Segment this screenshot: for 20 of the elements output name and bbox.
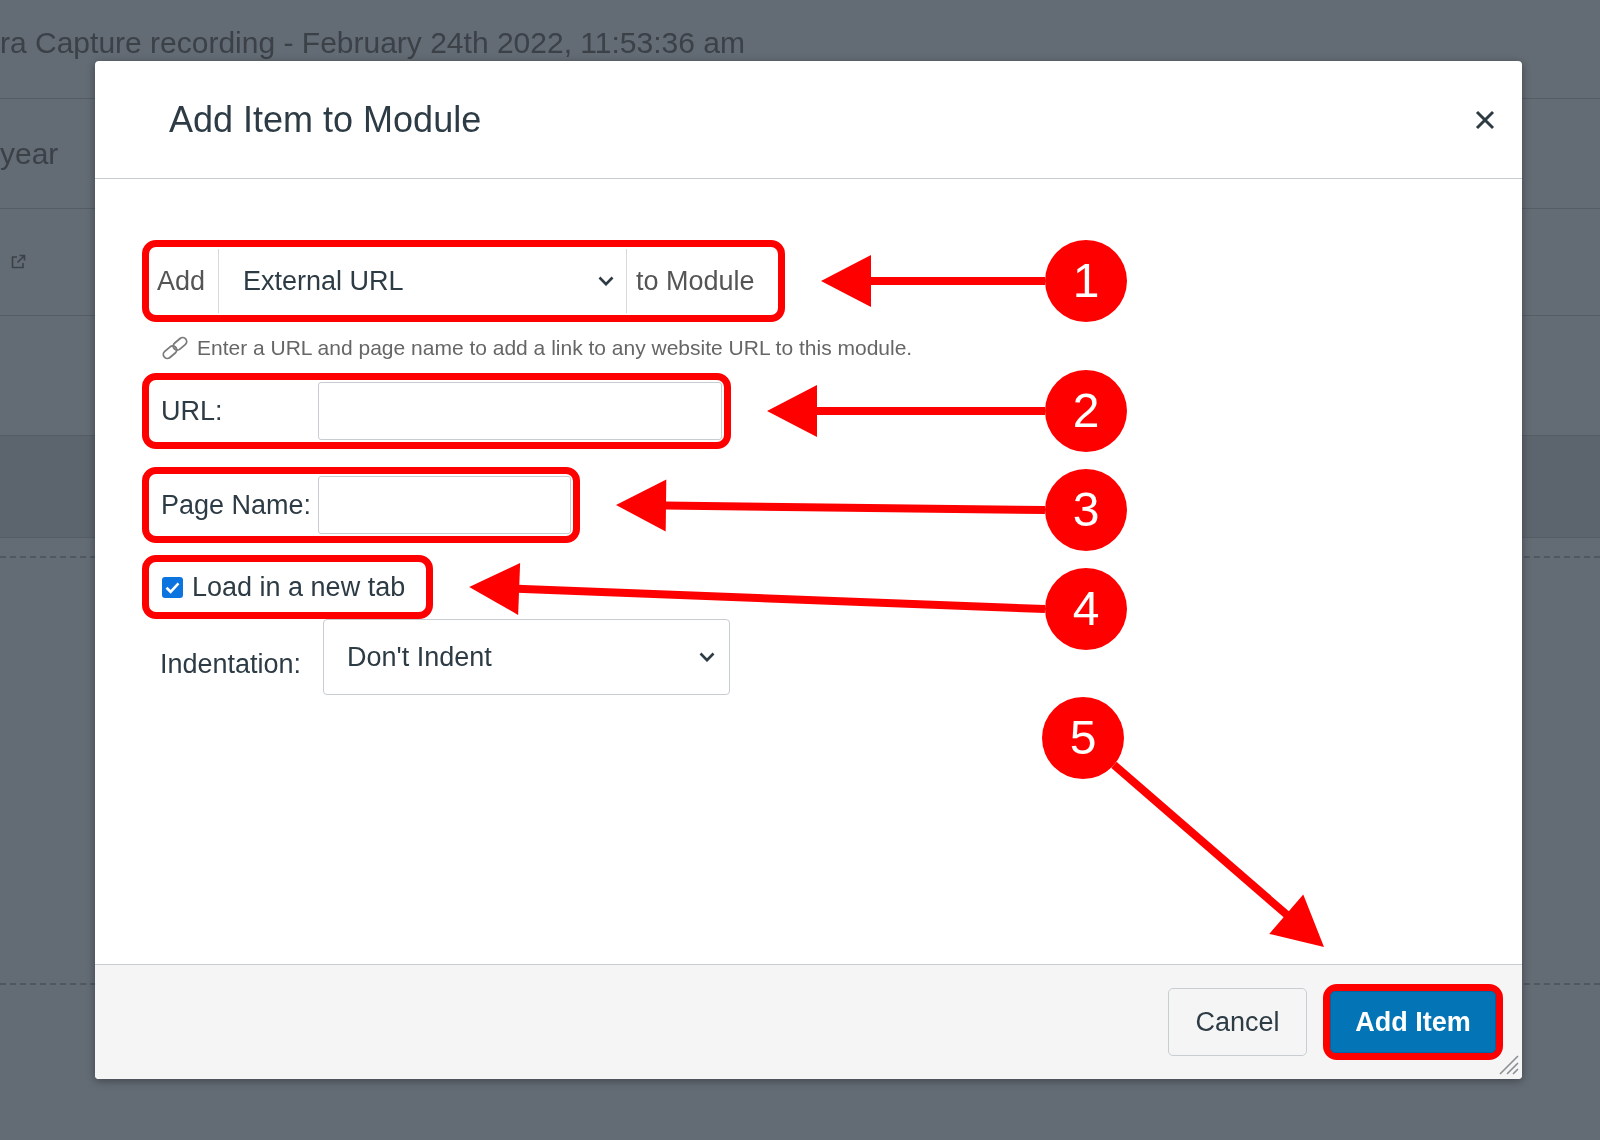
text-field[interactable] bbox=[318, 476, 571, 534]
indent-dropdown[interactable]: Don't Indent bbox=[323, 619, 730, 695]
cancel-button[interactable]: Cancel bbox=[1168, 988, 1307, 1056]
type-dropdown[interactable]: External URL bbox=[219, 249, 627, 313]
text-field[interactable] bbox=[318, 382, 722, 440]
field-label: Page Name: bbox=[160, 488, 313, 522]
field-label: URL: bbox=[160, 394, 224, 428]
chevron-down-icon bbox=[699, 652, 715, 662]
chevron-down-icon bbox=[598, 276, 614, 286]
field-label: Indentation: bbox=[159, 647, 303, 680]
resize-grip-icon[interactable] bbox=[1497, 1053, 1519, 1075]
external-link-icon[interactable] bbox=[10, 254, 26, 270]
input-prefix: Add bbox=[151, 249, 219, 313]
close-icon[interactable] bbox=[1475, 109, 1495, 130]
help-text: Enter a URL and page name to add a link to any website URL to this module. bbox=[197, 335, 913, 360]
checkbox-label[interactable]: Load in a new tab bbox=[192, 571, 406, 603]
submit-button[interactable]: Add Item bbox=[1330, 991, 1496, 1053]
dialog-title: Add Item to Module bbox=[169, 98, 482, 141]
checkbox[interactable] bbox=[162, 576, 183, 598]
input-suffix: to Module bbox=[635, 264, 756, 298]
